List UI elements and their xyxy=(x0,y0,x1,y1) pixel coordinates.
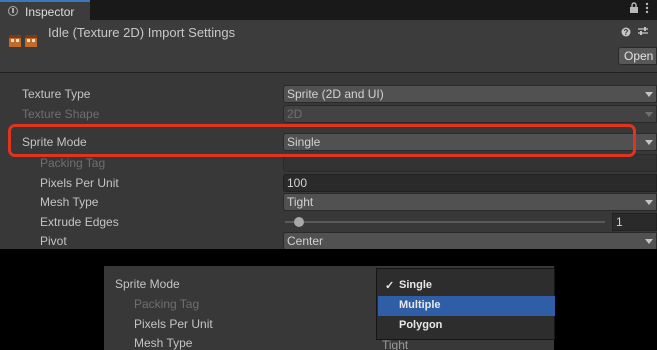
menu-option-single[interactable]: ✓ Single xyxy=(378,276,555,296)
mesh-type-value: Tight xyxy=(287,195,314,209)
texture-shape-label: Texture Shape xyxy=(22,107,100,121)
pixels-per-unit-input[interactable]: 100 xyxy=(283,174,657,192)
menu-option-label: Polygon xyxy=(399,319,443,331)
tab-inspector[interactable]: Inspector xyxy=(0,0,90,20)
texture-type-dropdown[interactable]: Sprite (2D and UI) xyxy=(283,85,657,103)
inset-packing-tag-label: Packing Tag xyxy=(134,297,200,311)
mesh-type-label: Mesh Type xyxy=(40,195,99,209)
chevron-down-icon xyxy=(645,239,653,244)
more-menu-icon[interactable] xyxy=(645,2,649,17)
texture-shape-value: 2D xyxy=(287,107,303,121)
menu-option-label: Single xyxy=(399,279,433,291)
extrude-edges-slider[interactable] xyxy=(285,221,605,223)
texture-shape-row: Texture Shape 2D xyxy=(0,104,657,124)
sprite-thumbnail-icon xyxy=(8,33,40,52)
mesh-type-row: Mesh Type Tight xyxy=(0,192,657,212)
chevron-down-icon xyxy=(645,92,653,97)
extrude-edges-label: Extrude Edges xyxy=(40,215,119,229)
texture-type-label: Texture Type xyxy=(22,87,91,101)
presets-icon[interactable] xyxy=(637,25,649,40)
svg-text:?: ? xyxy=(624,28,629,37)
texture-shape-dropdown: 2D xyxy=(283,105,657,123)
sprite-mode-highlight xyxy=(8,124,636,157)
pivot-value: Center xyxy=(287,234,324,248)
checkmark-icon: ✓ xyxy=(385,280,395,292)
pixels-per-unit-label: Pixels Per Unit xyxy=(40,176,119,190)
tab-label: Inspector xyxy=(25,5,75,19)
lock-icon[interactable] xyxy=(629,2,639,17)
tab-bar xyxy=(0,0,657,20)
open-button[interactable]: Open xyxy=(618,47,657,65)
texture-type-value: Sprite (2D and UI) xyxy=(287,87,384,101)
menu-option-label: Multiple xyxy=(399,299,441,311)
inset-sprite-mode-label: Sprite Mode xyxy=(115,277,180,291)
pivot-label: Pivot xyxy=(40,234,67,248)
extrude-edges-value: 1 xyxy=(616,215,623,229)
inspector-panel: Inspector Idle (Texture 2D) Import Setti… xyxy=(0,0,657,249)
chevron-down-icon xyxy=(645,112,653,117)
pivot-dropdown[interactable]: Center xyxy=(283,232,657,249)
texture-type-row: Texture Type Sprite (2D and UI) xyxy=(0,84,657,104)
slider-handle[interactable] xyxy=(294,217,304,227)
info-icon xyxy=(8,6,18,16)
pixels-per-unit-value: 100 xyxy=(287,176,308,190)
chevron-down-icon xyxy=(645,200,653,205)
mesh-type-dropdown[interactable]: Tight xyxy=(283,193,657,211)
pivot-row: Pivot Center xyxy=(0,231,657,249)
help-icon[interactable]: ? xyxy=(621,26,631,40)
pixels-per-unit-row: Pixels Per Unit 100 xyxy=(0,173,657,193)
inset-pixels-per-unit-label: Pixels Per Unit xyxy=(134,317,213,331)
menu-option-multiple[interactable]: Multiple xyxy=(378,296,555,316)
inset-mesh-type-label: Mesh Type xyxy=(134,336,193,350)
sprite-mode-dropdown-menu: ✓ Single Multiple Polygon xyxy=(376,268,555,340)
asset-title: Idle (Texture 2D) Import Settings xyxy=(48,25,236,40)
menu-option-polygon[interactable]: Polygon xyxy=(378,316,555,336)
packing-tag-label: Packing Tag xyxy=(40,156,106,170)
chevron-down-icon xyxy=(645,140,653,145)
extrude-edges-input[interactable]: 1 xyxy=(612,213,657,231)
